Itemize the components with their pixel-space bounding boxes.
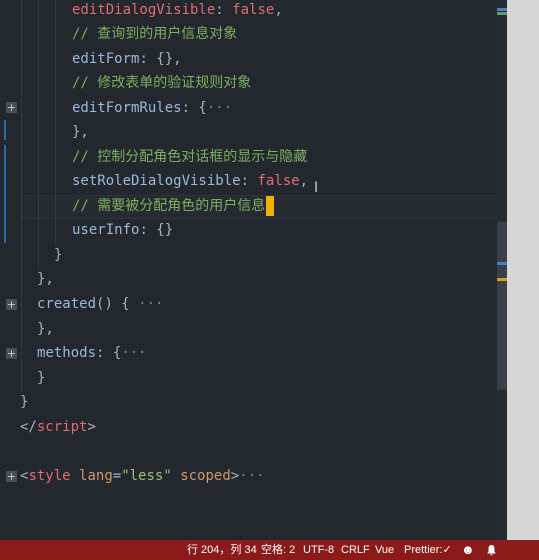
code-line: // 需要被分配角色的用户信息 xyxy=(0,194,275,218)
scroll-marker xyxy=(497,8,507,11)
folded-ellipsis[interactable]: ··· xyxy=(239,468,264,484)
code-line: }, xyxy=(0,267,54,291)
code-line: }, xyxy=(0,317,54,341)
code-token: false xyxy=(257,173,300,189)
code-comment: // 需要被分配角色的用户信息 xyxy=(72,198,266,214)
code-token: setRoleDialogVisible xyxy=(72,173,241,189)
code-token: : { xyxy=(181,100,207,116)
code-token: scoped xyxy=(180,468,231,484)
side-panel xyxy=(507,0,539,540)
code-token: = xyxy=(112,468,122,484)
indent-guide xyxy=(38,0,39,270)
code-token: userInfo xyxy=(72,222,140,238)
code-token: methods xyxy=(37,345,97,361)
code-token: , xyxy=(299,173,309,189)
code-token: : {} xyxy=(139,222,174,238)
code-comment: // 控制分配角色对话框的显示与隐藏 xyxy=(72,149,308,165)
scrollbar-thumb[interactable] xyxy=(497,222,507,390)
code-line: created() { ··· xyxy=(0,292,163,316)
code-token: }, xyxy=(37,321,54,337)
prettier-label: Prettier: xyxy=(404,544,443,556)
code-token: : xyxy=(240,173,258,189)
code-token: editForm xyxy=(72,51,140,67)
code-line: setRoleDialogVisible: false, xyxy=(0,169,308,193)
code-line: }, xyxy=(0,120,89,144)
folded-ellipsis[interactable]: ··· xyxy=(207,100,232,116)
code-token: editFormRules xyxy=(72,100,182,116)
code-token: : xyxy=(215,2,233,18)
bell-icon[interactable] xyxy=(486,540,497,560)
code-token: editDialogVisible xyxy=(72,2,216,18)
code-token: false xyxy=(232,2,275,18)
code-line: editForm: {}, xyxy=(0,47,182,71)
indentation-setting[interactable]: 空格: 2 xyxy=(261,540,295,560)
code-token: > xyxy=(87,419,96,435)
code-line: } xyxy=(0,390,34,414)
code-line: </script> xyxy=(0,415,96,439)
code-line: // 查询到的用户信息对象 xyxy=(0,22,237,46)
check-icon: ✓ xyxy=(442,544,452,556)
code-line: // 修改表单的验证规则对象 xyxy=(0,71,251,95)
code-line: editFormRules: {··· xyxy=(0,96,232,120)
folded-ellipsis[interactable]: ··· xyxy=(138,296,163,312)
code-line: userInfo: {} xyxy=(0,218,173,242)
code-comment: // 修改表单的验证规则对象 xyxy=(72,75,252,91)
code-line: editDialogVisible: false, xyxy=(0,0,283,22)
code-token: : {}, xyxy=(139,51,182,67)
eol-setting[interactable]: CRLF xyxy=(341,540,370,560)
code-comment: // 查询到的用户信息对象 xyxy=(72,26,238,42)
code-token: "less" xyxy=(121,468,172,484)
indent-guide xyxy=(55,0,56,245)
code-token: style xyxy=(28,468,71,484)
code-token: () { xyxy=(96,296,130,312)
code-token: , xyxy=(274,2,283,18)
code-line: methods: {··· xyxy=(0,341,147,365)
code-line: // 控制分配角色对话框的显示与隐藏 xyxy=(0,145,307,169)
code-token: } xyxy=(37,370,46,386)
ibeam-cursor-icon: I xyxy=(314,180,319,196)
code-token: created xyxy=(37,296,97,312)
cursor-position[interactable]: 行 204，列 34 xyxy=(187,540,257,560)
text-cursor xyxy=(266,196,275,216)
code-editor[interactable]: + + + + editDialogVisible: false, // 查询到… xyxy=(0,0,507,540)
code-token: </ xyxy=(20,419,37,435)
folded-ellipsis[interactable]: ··· xyxy=(121,345,146,361)
scroll-marker xyxy=(497,278,507,281)
smiley-icon[interactable]: ☻ xyxy=(461,540,475,560)
encoding-setting[interactable]: UTF-8 xyxy=(303,540,334,560)
code-token: lang xyxy=(79,468,113,484)
code-line: <style lang="less" scoped>··· xyxy=(0,464,265,488)
code-line: } xyxy=(0,243,62,267)
prettier-status[interactable]: Prettier:✓ xyxy=(404,540,452,560)
code-token: > xyxy=(230,468,240,484)
code-token: } xyxy=(54,247,63,263)
code-token: } xyxy=(20,394,29,410)
code-token: }, xyxy=(37,271,54,287)
scroll-marker xyxy=(497,12,507,15)
code-token: script xyxy=(36,419,88,435)
scroll-marker xyxy=(497,262,507,265)
code-token: }, xyxy=(72,124,89,140)
status-bar: 行 204，列 34 空格: 2 UTF-8 CRLF Vue Prettier… xyxy=(0,540,539,560)
code-line: } xyxy=(0,366,45,390)
code-token: : { xyxy=(96,345,122,361)
language-mode[interactable]: Vue xyxy=(375,540,394,560)
